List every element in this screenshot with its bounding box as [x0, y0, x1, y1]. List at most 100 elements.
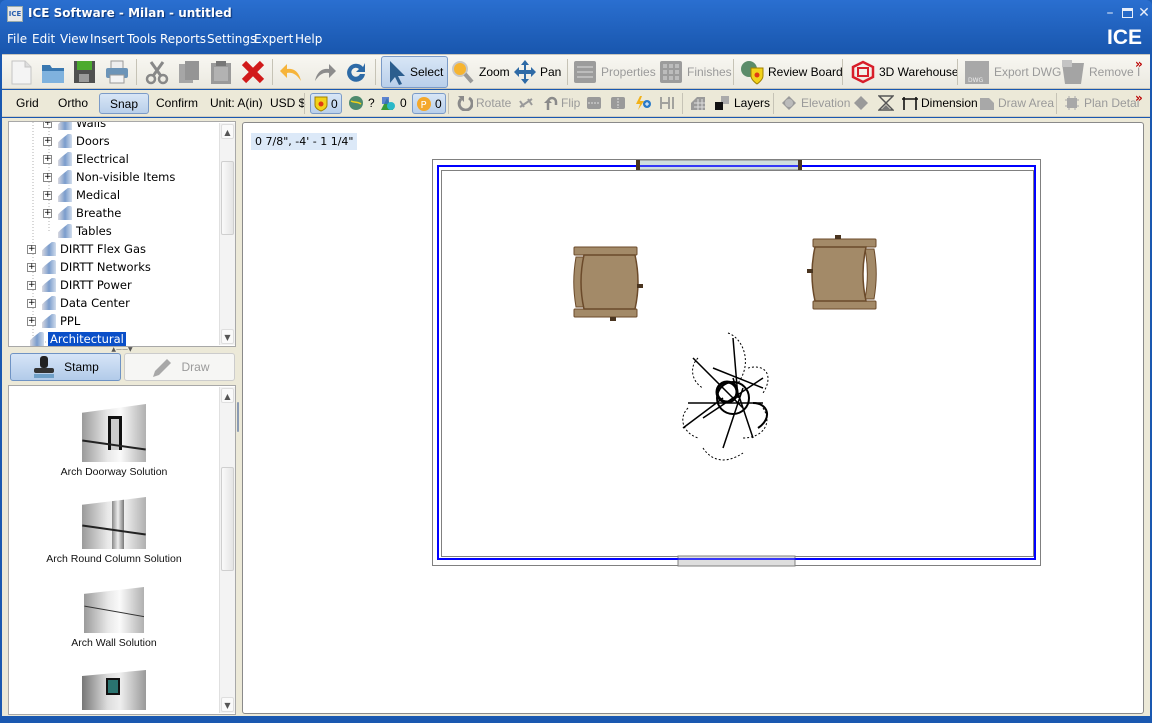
layout-grid-button[interactable] — [690, 95, 706, 111]
close-button[interactable]: ✕ — [1135, 4, 1152, 22]
align-horizontal-button[interactable] — [586, 95, 602, 111]
toolbar-overflow-button[interactable]: » — [1135, 57, 1143, 71]
bottom-door-opening[interactable] — [438, 555, 1035, 567]
hourglass-button[interactable] — [878, 95, 894, 111]
tree-item[interactable]: + Walls — [43, 122, 106, 132]
price-badge[interactable]: P 0 — [412, 93, 446, 114]
snap-toggle[interactable]: Snap — [99, 93, 150, 114]
menu-edit[interactable]: Edit — [32, 32, 55, 46]
properties-button[interactable]: Properties — [573, 59, 656, 85]
expand-toggle-icon[interactable]: + — [27, 244, 36, 254]
rotate-angle-button[interactable] — [518, 95, 534, 111]
power-connect-button[interactable] — [634, 95, 652, 111]
new-file-button[interactable] — [9, 59, 33, 85]
tree-item[interactable]: + Medical — [43, 186, 120, 204]
print-button[interactable] — [104, 59, 130, 85]
menu-help[interactable]: Help — [295, 32, 322, 46]
tree-scrollbar[interactable]: ▲ ▼ — [219, 123, 235, 345]
menu-file[interactable]: File — [7, 32, 27, 46]
confirm-toggle[interactable]: Confirm — [156, 96, 198, 110]
expand-toggle-icon[interactable]: + — [43, 208, 52, 218]
catalog-scrollbar[interactable]: ▲ ▼ — [219, 387, 235, 713]
expand-toggle-icon[interactable]: + — [43, 136, 52, 146]
expand-toggle-icon[interactable]: + — [43, 172, 52, 182]
tree-item[interactable]: + Data Center — [27, 294, 130, 312]
scroll-down-arrow[interactable]: ▼ — [221, 329, 234, 344]
unit-selector[interactable]: Unit: A(in) — [210, 96, 263, 110]
catalog-item[interactable]: Arch Round Column Solution — [9, 497, 219, 565]
drawing-canvas[interactable]: 0 7/8", -4' - 1 1/4" — [242, 122, 1144, 714]
review-board-button[interactable]: Review Board — [739, 59, 843, 85]
fire-rating-badge[interactable]: 0 — [310, 93, 342, 114]
panel-collapse-handle[interactable] — [236, 392, 240, 444]
toolbar2-overflow-button[interactable]: » — [1135, 91, 1143, 105]
tree-item[interactable]: Architectural — [15, 330, 126, 346]
section-marker-button[interactable] — [853, 95, 869, 111]
layers-button[interactable]: Layers — [714, 95, 770, 111]
rotate-button[interactable]: Rotate — [457, 95, 511, 111]
align-vertical-button[interactable] — [610, 95, 626, 111]
elevation-button[interactable]: Elevation — [781, 95, 850, 111]
pan-tool-button[interactable]: Pan — [512, 59, 561, 85]
redo-button[interactable] — [311, 59, 337, 85]
expand-toggle-icon[interactable]: + — [27, 316, 36, 326]
export-dwg-button[interactable]: DWG Export DWG — [964, 59, 1061, 85]
copy-button[interactable] — [176, 59, 202, 85]
ortho-toggle[interactable]: Ortho — [58, 96, 88, 110]
menu-settings[interactable]: Settings — [207, 32, 256, 46]
tree-item[interactable]: + Non-visible Items — [43, 168, 175, 186]
undo-button[interactable] — [279, 59, 305, 85]
catalog-item[interactable]: Arch Doorway Solution — [9, 404, 219, 478]
scroll-thumb[interactable] — [221, 467, 234, 571]
tree-item[interactable]: + Doors — [43, 132, 110, 150]
expand-toggle-icon[interactable]: + — [27, 280, 36, 290]
select-tool-button[interactable]: Select — [381, 56, 449, 88]
distribute-button[interactable] — [659, 95, 675, 111]
maximize-button[interactable] — [1118, 4, 1136, 22]
menu-insert[interactable]: Insert — [90, 32, 124, 46]
paste-button[interactable] — [208, 59, 234, 85]
menu-view[interactable]: View — [60, 32, 88, 46]
refresh-button[interactable] — [343, 59, 369, 85]
catalog-item[interactable]: Arch Wall Solution — [9, 587, 219, 649]
delete-button[interactable] — [240, 59, 266, 85]
expand-toggle-icon[interactable]: + — [43, 154, 52, 164]
tree-item[interactable]: + DIRTT Flex Gas — [27, 240, 146, 258]
cut-button[interactable] — [144, 59, 170, 85]
expand-toggle-icon[interactable]: + — [43, 122, 52, 128]
plan-detail-button[interactable]: Plan Detai — [1064, 95, 1139, 111]
chair-right[interactable] — [807, 235, 877, 310]
zoom-tool-button[interactable]: Zoom — [450, 59, 510, 85]
fyi-badge[interactable]: ? — [348, 95, 375, 111]
draw-area-button[interactable]: Draw Area — [979, 95, 1054, 111]
chair-left[interactable] — [573, 246, 643, 321]
tree-item[interactable]: + DIRTT Networks — [27, 258, 151, 276]
remove-button[interactable]: Remove I — [1060, 59, 1140, 85]
dimension-button[interactable]: Dimension — [901, 95, 978, 111]
3d-warehouse-button[interactable]: 3D Warehouse — [850, 59, 959, 85]
menu-reports[interactable]: Reports — [160, 32, 206, 46]
tree-item[interactable]: + Electrical — [43, 150, 129, 168]
shapes-badge[interactable]: 0 — [380, 95, 407, 111]
grid-toggle[interactable]: Grid — [16, 96, 39, 110]
title-bar[interactable]: ICE ICE Software - Milan - untitled – ✕ — [0, 0, 1152, 28]
scroll-up-arrow[interactable]: ▲ — [221, 124, 234, 139]
expand-toggle-icon[interactable]: + — [27, 298, 36, 308]
minimize-button[interactable]: – — [1101, 4, 1119, 22]
menu-expert[interactable]: Expert — [254, 32, 293, 46]
save-button[interactable] — [72, 59, 96, 85]
room-outline[interactable] — [432, 159, 1041, 566]
scroll-down-arrow[interactable]: ▼ — [221, 697, 234, 712]
flip-button[interactable]: Flip — [543, 95, 580, 111]
currency-selector[interactable]: USD $ — [270, 96, 305, 110]
scroll-up-arrow[interactable]: ▲ — [221, 388, 234, 403]
tree-item[interactable]: + DIRTT Power — [27, 276, 132, 294]
plant[interactable] — [682, 332, 769, 461]
splitter-handle[interactable]: ▲——▼ — [96, 347, 148, 353]
tree-item[interactable]: + Breathe — [43, 204, 121, 222]
expand-toggle-icon[interactable]: + — [27, 262, 36, 272]
menu-tools[interactable]: Tools — [127, 32, 157, 46]
expand-toggle-icon[interactable]: + — [43, 190, 52, 200]
finishes-button[interactable]: Finishes — [659, 59, 732, 85]
open-button[interactable] — [40, 59, 66, 85]
